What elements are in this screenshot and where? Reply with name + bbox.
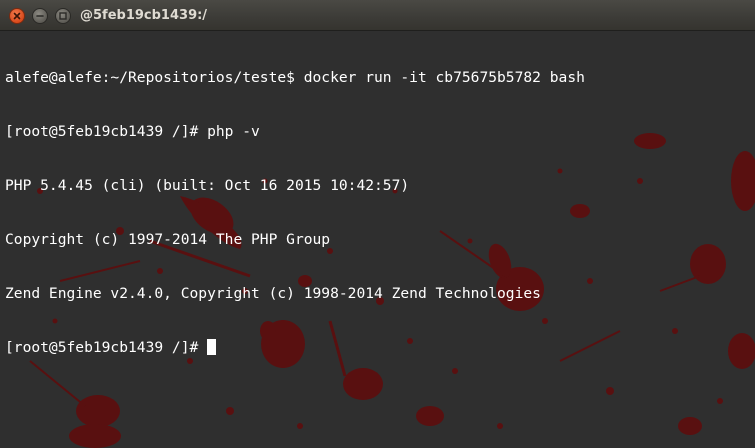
terminal-line: Zend Engine v2.4.0, Copyright (c) 1998-2… [5,285,541,302]
terminal-line: PHP 5.4.45 (cli) (built: Oct 16 2015 10:… [5,177,410,194]
minimize-icon [36,15,44,17]
close-icon [13,12,21,20]
terminal-line: Copyright (c) 1997-2014 The PHP Group [5,231,331,248]
minimize-button[interactable] [32,8,48,24]
terminal-output: alefe@alefe:~/Repositorios/teste$ docker… [5,33,585,393]
text-cursor [207,339,217,355]
close-button[interactable] [9,8,25,24]
terminal-line: alefe@alefe:~/Repositorios/teste$ docker… [5,69,585,86]
terminal-prompt: [root@5feb19cb1439 /]# [5,339,208,356]
terminal-prompt-line[interactable]: [root@5feb19cb1439 /]# [5,339,585,357]
maximize-icon [59,12,67,20]
title-bar[interactable]: @5feb19cb1439:/ [0,0,755,31]
maximize-button[interactable] [55,8,71,24]
terminal-line: [root@5feb19cb1439 /]# php -v [5,123,260,140]
window-title: @5feb19cb1439:/ [80,8,208,23]
terminal-area[interactable]: alefe@alefe:~/Repositorios/teste$ docker… [0,31,755,448]
terminal-window: @5feb19cb1439:/ alefe@alefe:~/Repositori… [0,0,755,448]
